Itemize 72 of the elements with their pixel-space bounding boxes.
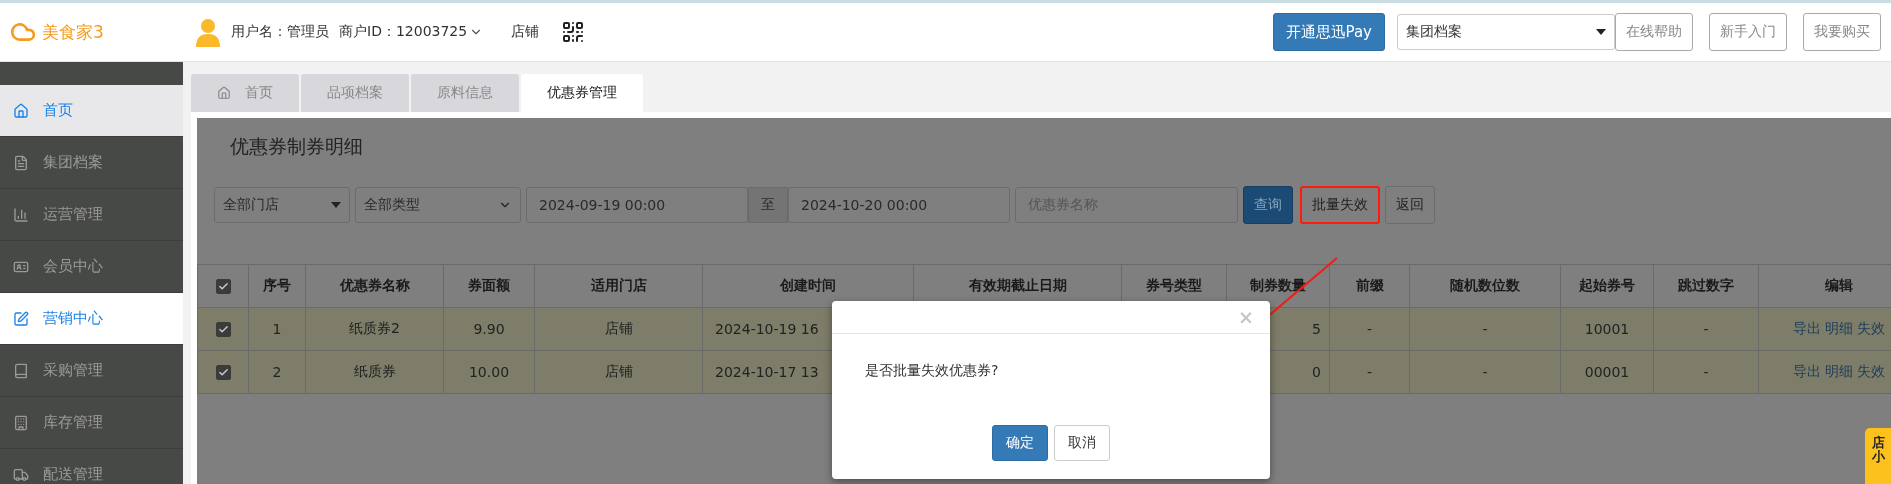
sidebar-item[interactable]: 首页 — [0, 85, 183, 137]
home-icon — [217, 86, 231, 100]
table-cell: - — [1329, 350, 1410, 394]
merchant-id[interactable]: 商户ID：12003725 — [339, 23, 468, 41]
end-date-field[interactable]: 2024-10-20 00:00 — [788, 187, 1010, 223]
table-cell: 店铺 — [534, 307, 703, 351]
table-cell: - — [1329, 307, 1410, 351]
table-cell: 纸质券2 — [305, 307, 444, 351]
type-select[interactable]: 全部类型 — [355, 187, 521, 223]
start-date-field[interactable]: 2024-09-19 00:00 — [526, 187, 748, 223]
column-header: 随机数位数 — [1409, 264, 1561, 308]
building-icon — [13, 414, 29, 431]
group-select[interactable]: 集团档案 — [1397, 14, 1615, 50]
action-link[interactable]: 失效 — [1856, 320, 1885, 336]
action-link[interactable]: 失效 — [1856, 363, 1885, 379]
tab[interactable]: 优惠券管理 — [521, 74, 643, 112]
pay-button[interactable]: 开通思迅Pay — [1272, 13, 1385, 51]
tab[interactable]: 原料信息 — [411, 74, 519, 112]
table-cell: 1 — [248, 307, 306, 351]
row-checkbox[interactable] — [215, 322, 231, 338]
user-avatar-icon — [195, 17, 221, 47]
book-icon — [13, 362, 29, 379]
action-button[interactable]: 批量失效 — [1300, 186, 1380, 224]
action-link[interactable]: 导出 — [1792, 320, 1821, 336]
header-button[interactable]: 在线帮助 — [1615, 13, 1693, 51]
store-name: 店铺 — [511, 23, 540, 41]
brand-name: 美食家3 — [42, 20, 104, 44]
table-cell: 10.00 — [443, 350, 535, 394]
column-header: 创建时间 — [702, 264, 914, 308]
home-icon — [13, 102, 29, 119]
column-header: 起始券号 — [1560, 264, 1654, 308]
header-button[interactable]: 新手入门 — [1709, 13, 1787, 51]
edit-icon — [13, 310, 29, 327]
action-button[interactable]: 返回 — [1385, 186, 1435, 224]
column-header: 适用门店 — [534, 264, 703, 308]
bar-chart-icon — [13, 206, 29, 223]
tab[interactable]: 首页 — [191, 74, 299, 112]
table-cell: 9.90 — [443, 307, 535, 351]
table-cell: 10001 — [1560, 307, 1654, 351]
action-link[interactable]: 导出 — [1792, 363, 1821, 379]
dialog-button[interactable]: 确定 — [992, 425, 1048, 461]
table-cell: 纸质券 — [305, 350, 444, 394]
page-title: 优惠券制券明细 — [229, 134, 364, 159]
table-cell: 00001 — [1560, 350, 1654, 394]
range-separator: 至 — [748, 187, 788, 223]
truck-icon — [13, 466, 29, 483]
document-icon — [13, 154, 29, 171]
user-name: 用户名：管理员 — [231, 23, 329, 41]
action-link[interactable]: 明细 — [1824, 363, 1853, 379]
header-button[interactable]: 我要购买 — [1803, 13, 1881, 51]
action-button[interactable]: 查询 — [1243, 186, 1293, 224]
column-header: 前缀 — [1329, 264, 1410, 308]
sidebar-item[interactable]: 营销中心 — [0, 293, 183, 345]
table-cell: - — [1409, 350, 1561, 394]
column-header: 编辑 — [1758, 264, 1891, 308]
dialog-button[interactable]: 取消 — [1054, 425, 1110, 461]
table-cell: - — [1653, 350, 1759, 394]
action-link[interactable]: 明细 — [1824, 320, 1853, 336]
side-tab[interactable]: 店小 — [1865, 428, 1891, 484]
table-cell: - — [1409, 307, 1561, 351]
table-cell: 店铺 — [534, 350, 703, 394]
column-header: 序号 — [248, 264, 306, 308]
table-cell: - — [1653, 307, 1759, 351]
column-header: 优惠券名称 — [305, 264, 444, 308]
column-header: 跳过数字 — [1653, 264, 1759, 308]
qr-code-icon[interactable] — [561, 20, 586, 44]
select-all-checkbox[interactable] — [215, 279, 231, 295]
table-cell: 2 — [248, 350, 306, 394]
column-header: 券面额 — [443, 264, 535, 308]
row-checkbox[interactable] — [215, 365, 231, 381]
tab[interactable]: 品项档案 — [301, 74, 409, 112]
store-select[interactable]: 全部门店 — [214, 187, 350, 223]
